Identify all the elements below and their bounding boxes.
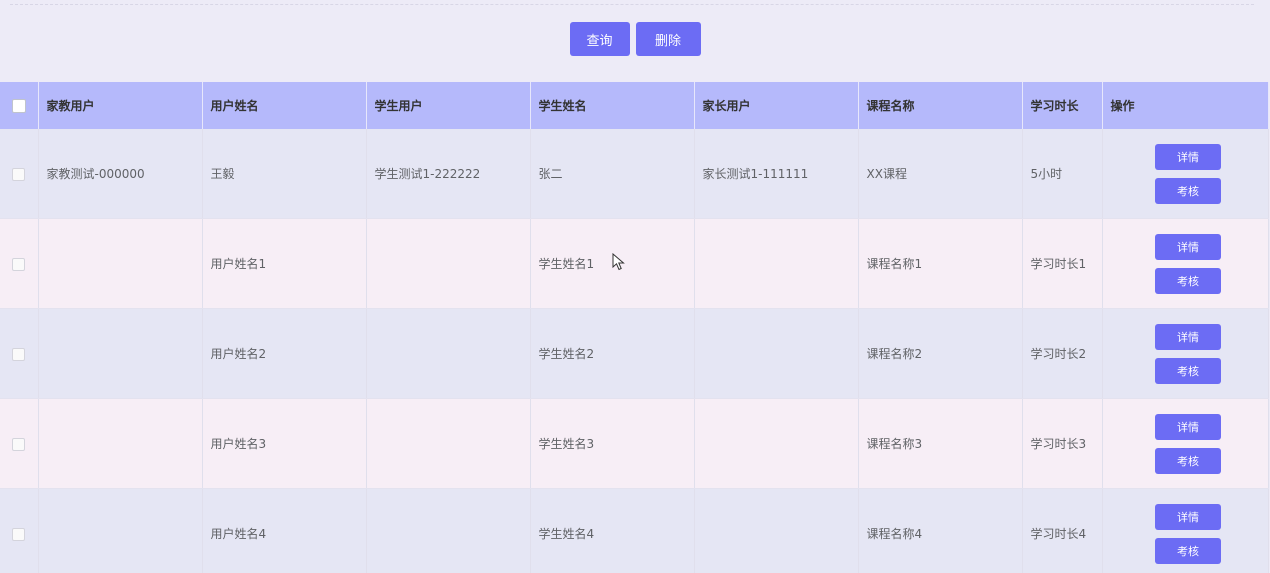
assess-button[interactable]: 考核	[1155, 267, 1221, 294]
cell-user-name: 用户姓名2	[202, 308, 367, 399]
cell-tutor-user: 家教测试-000000	[38, 129, 203, 219]
cell-student-user	[366, 308, 531, 399]
data-table: 家教用户 用户姓名 学生用户 学生姓名 家长用户 课程名称 学习时长 操作 家教…	[0, 82, 1269, 573]
cell-tutor-user	[38, 488, 203, 573]
cell-student-user	[366, 218, 531, 309]
mouse-pointer-icon	[612, 253, 625, 271]
cell-student-name: 学生姓名4	[530, 488, 695, 573]
cell-course-name: 课程名称1	[858, 218, 1023, 309]
row-checkbox[interactable]	[12, 527, 26, 541]
toolbar: 查询 删除	[0, 22, 1270, 56]
table-row: 用户姓名3 学生姓名3 课程名称3 学习时长3 详情 考核	[0, 398, 1269, 489]
row-select-cell	[0, 308, 39, 399]
cell-student-name: 张二	[530, 129, 695, 219]
cell-actions: 详情 考核	[1102, 488, 1269, 573]
cell-course-name: 课程名称4	[858, 488, 1023, 573]
header-user-name[interactable]: 用户姓名	[202, 82, 367, 129]
cell-tutor-user	[38, 398, 203, 489]
header-course-name[interactable]: 课程名称	[858, 82, 1023, 129]
cell-actions: 详情 考核	[1102, 129, 1269, 219]
assess-button[interactable]: 考核	[1155, 537, 1221, 564]
cell-parent-user	[694, 488, 859, 573]
cell-student-user: 学生测试1-222222	[366, 129, 531, 219]
cell-student-user	[366, 488, 531, 573]
assess-button[interactable]: 考核	[1155, 177, 1221, 204]
query-button[interactable]: 查询	[569, 22, 630, 56]
cell-actions: 详情 考核	[1102, 218, 1269, 309]
cell-user-name: 王毅	[202, 129, 367, 219]
cell-study-duration: 学习时长2	[1022, 308, 1103, 399]
detail-button[interactable]: 详情	[1155, 503, 1221, 530]
cell-parent-user	[694, 398, 859, 489]
cell-study-duration: 5小时	[1022, 129, 1103, 219]
row-select-cell	[0, 398, 39, 489]
table-row: 用户姓名4 学生姓名4 课程名称4 学习时长4 详情 考核	[0, 488, 1269, 573]
cell-tutor-user	[38, 308, 203, 399]
cell-tutor-user	[38, 218, 203, 309]
header-student-user[interactable]: 学生用户	[366, 82, 531, 129]
row-select-cell	[0, 129, 39, 219]
row-checkbox[interactable]	[12, 167, 26, 181]
table-row: 家教测试-000000 王毅 学生测试1-222222 张二 家长测试1-111…	[0, 129, 1269, 219]
header-tutor-user[interactable]: 家教用户	[38, 82, 203, 129]
header-student-name[interactable]: 学生姓名	[530, 82, 695, 129]
row-checkbox[interactable]	[12, 437, 26, 451]
assess-button[interactable]: 考核	[1155, 447, 1221, 474]
cell-user-name: 用户姓名4	[202, 488, 367, 573]
detail-button[interactable]: 详情	[1155, 233, 1221, 260]
row-checkbox[interactable]	[12, 257, 26, 271]
cell-user-name: 用户姓名1	[202, 218, 367, 309]
cell-course-name: 课程名称2	[858, 308, 1023, 399]
cell-parent-user: 家长测试1-111111	[694, 129, 859, 219]
select-all-checkbox[interactable]	[11, 98, 26, 113]
header-parent-user[interactable]: 家长用户	[694, 82, 859, 129]
row-select-cell	[0, 218, 39, 309]
row-select-cell	[0, 488, 39, 573]
cell-course-name: 课程名称3	[858, 398, 1023, 489]
header-actions: 操作	[1102, 82, 1269, 129]
cell-student-user	[366, 398, 531, 489]
cell-study-duration: 学习时长3	[1022, 398, 1103, 489]
cell-actions: 详情 考核	[1102, 308, 1269, 399]
assess-button[interactable]: 考核	[1155, 357, 1221, 384]
select-all-cell	[0, 82, 39, 129]
header-study-duration[interactable]: 学习时长	[1022, 82, 1103, 129]
table-row: 用户姓名2 学生姓名2 课程名称2 学习时长2 详情 考核	[0, 308, 1269, 399]
cell-parent-user	[694, 218, 859, 309]
cell-user-name: 用户姓名3	[202, 398, 367, 489]
data-table-container: 家教用户 用户姓名 学生用户 学生姓名 家长用户 课程名称 学习时长 操作 家教…	[0, 82, 1270, 573]
cell-course-name: XX课程	[858, 129, 1023, 219]
detail-button[interactable]: 详情	[1155, 143, 1221, 170]
cell-study-duration: 学习时长1	[1022, 218, 1103, 309]
delete-button[interactable]: 删除	[635, 22, 701, 56]
top-divider	[10, 4, 1254, 5]
cell-student-name: 学生姓名3	[530, 398, 695, 489]
detail-button[interactable]: 详情	[1155, 413, 1221, 440]
table-row: 用户姓名1 学生姓名1 课程名称1 学习时长1 详情 考核	[0, 218, 1269, 309]
cell-parent-user	[694, 308, 859, 399]
row-checkbox[interactable]	[12, 347, 26, 361]
detail-button[interactable]: 详情	[1155, 323, 1221, 350]
cell-student-name: 学生姓名2	[530, 308, 695, 399]
cell-actions: 详情 考核	[1102, 398, 1269, 489]
table-header-row: 家教用户 用户姓名 学生用户 学生姓名 家长用户 课程名称 学习时长 操作	[0, 82, 1269, 129]
cell-study-duration: 学习时长4	[1022, 488, 1103, 573]
